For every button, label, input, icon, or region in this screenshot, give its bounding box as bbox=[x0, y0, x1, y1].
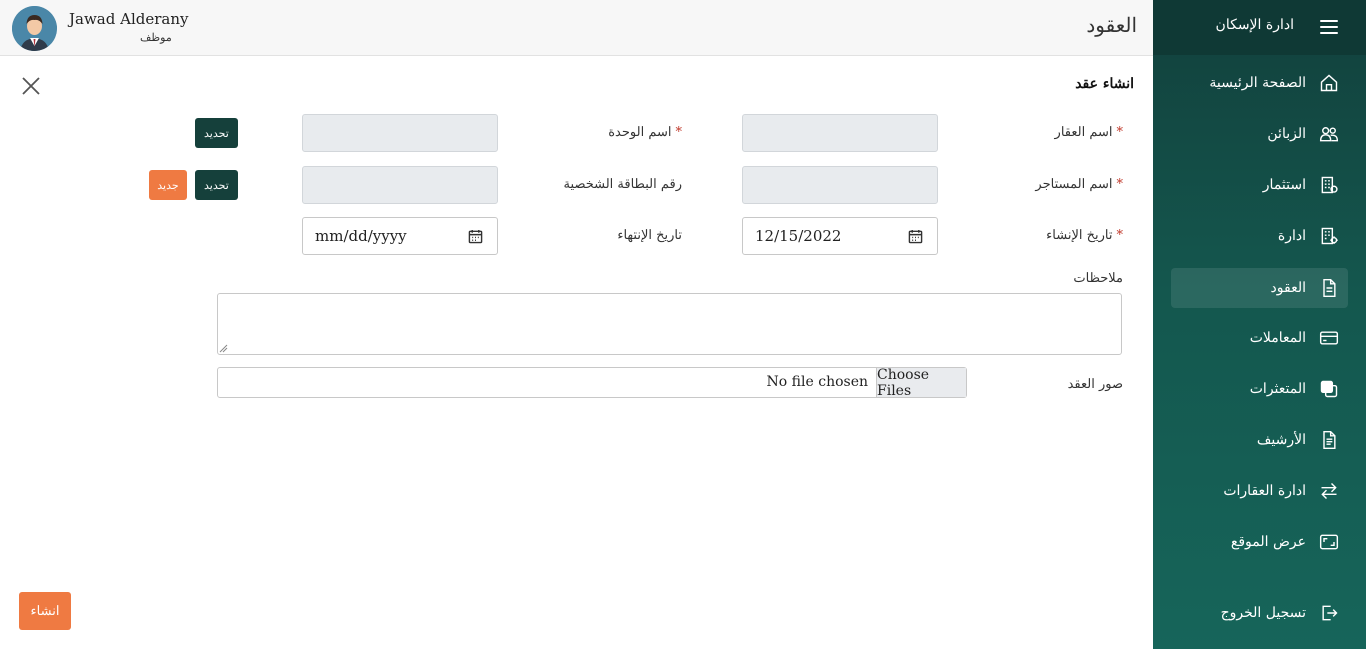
close-icon[interactable] bbox=[20, 75, 42, 97]
select-unit-button[interactable]: تحديد bbox=[195, 118, 238, 148]
page-title: العقود bbox=[1086, 13, 1137, 37]
user-role: موظف bbox=[140, 31, 172, 44]
start-date-label: تاريخ الإنشاء * bbox=[1046, 228, 1123, 243]
sidebar-item-defaulters[interactable]: المتعثرات bbox=[1171, 369, 1348, 409]
unit-name-field[interactable] bbox=[302, 114, 498, 152]
tenant-name-label: اسم المستاجر * bbox=[1035, 177, 1123, 192]
sidebar-item-transactions[interactable]: المعاملات bbox=[1171, 318, 1348, 358]
sidebar-item-property-management[interactable]: ادارة العقارات bbox=[1171, 471, 1348, 511]
resize-handle-icon[interactable] bbox=[219, 344, 228, 353]
sidebar-item-view-site[interactable]: عرض الموقع bbox=[1171, 522, 1348, 562]
sidebar-item-label: المعاملات bbox=[1249, 330, 1306, 346]
required-mark: * bbox=[675, 125, 683, 140]
form-title: انشاء عقد bbox=[1075, 76, 1134, 92]
end-date-label: تاريخ الإنتهاء bbox=[617, 228, 682, 243]
required-mark: * bbox=[1116, 125, 1124, 140]
sidebar-item-label: تسجيل الخروج bbox=[1220, 605, 1306, 621]
sidebar-item-management[interactable]: ادارة bbox=[1171, 216, 1348, 256]
menu-toggle-icon[interactable] bbox=[1320, 20, 1338, 34]
file-text-icon bbox=[1318, 429, 1340, 451]
credit-card-icon bbox=[1318, 327, 1340, 349]
required-mark: * bbox=[1116, 177, 1124, 192]
id-number-field[interactable] bbox=[302, 166, 498, 204]
property-name-label: اسم العقار * bbox=[1054, 125, 1124, 140]
logout-icon bbox=[1318, 602, 1340, 624]
notes-textarea[interactable] bbox=[217, 293, 1122, 355]
sidebar-item-label: المتعثرات bbox=[1249, 381, 1306, 397]
sidebar-item-archive[interactable]: الأرشيف bbox=[1171, 420, 1348, 460]
sidebar-item-home[interactable]: الصفحة الرئيسية bbox=[1171, 63, 1348, 103]
sidebar-item-contracts[interactable]: العقود bbox=[1171, 268, 1348, 308]
sidebar-item-label: الصفحة الرئيسية bbox=[1209, 75, 1306, 91]
notes-label: ملاحظات bbox=[1073, 271, 1123, 286]
users-icon bbox=[1318, 123, 1340, 145]
required-mark: * bbox=[1116, 228, 1124, 243]
user-name: Jawad Alderany bbox=[69, 10, 189, 28]
sidebar-item-label: الزبائن bbox=[1267, 126, 1306, 142]
sidebar-item-label: الأرشيف bbox=[1256, 432, 1306, 448]
unit-name-label: اسم الوحدة * bbox=[608, 125, 682, 140]
property-name-field[interactable] bbox=[742, 114, 938, 152]
choose-files-button[interactable]: Choose Files bbox=[876, 367, 966, 399]
calendar-icon[interactable] bbox=[908, 229, 923, 244]
sidebar-item-label: عرض الموقع bbox=[1230, 534, 1306, 550]
sidebar-item-logout[interactable]: تسجيل الخروج bbox=[1171, 593, 1348, 633]
id-number-label: رقم البطاقة الشخصية bbox=[563, 177, 682, 192]
building-gear-icon bbox=[1318, 225, 1340, 247]
arrows-exchange-icon bbox=[1318, 480, 1340, 502]
document-icon bbox=[1318, 277, 1340, 299]
create-contract-button[interactable]: انشاء bbox=[19, 592, 71, 630]
end-date-input[interactable]: mm/dd/yyyy bbox=[302, 217, 498, 255]
file-status: No file chosen bbox=[766, 374, 868, 390]
brand-title: ادارة الإسكان bbox=[1215, 17, 1294, 33]
building-icon bbox=[1318, 174, 1340, 196]
calendar-icon[interactable] bbox=[468, 229, 483, 244]
select-tenant-button[interactable]: تحديد bbox=[195, 170, 238, 200]
end-date-placeholder: mm/dd/yyyy bbox=[315, 227, 407, 245]
copy-icon bbox=[1318, 378, 1340, 400]
sidebar-header: ادارة الإسكان bbox=[1153, 0, 1366, 55]
start-date-input[interactable]: 12/15/2022 bbox=[742, 217, 938, 255]
sidebar-item-label: ادارة bbox=[1277, 228, 1306, 244]
contract-images-label: صور العقد bbox=[1067, 377, 1123, 392]
avatar[interactable] bbox=[12, 6, 57, 51]
sidebar: ادارة الإسكان الصفحة الرئيسية الزبائن اس… bbox=[1153, 0, 1366, 649]
sidebar-item-customers[interactable]: الزبائن bbox=[1171, 114, 1348, 154]
contract-images-file-input[interactable]: Choose Files No file chosen bbox=[217, 367, 967, 399]
sidebar-item-investment[interactable]: استثمار bbox=[1171, 165, 1348, 205]
tenant-name-field[interactable] bbox=[742, 166, 938, 204]
sidebar-item-label: استثمار bbox=[1262, 177, 1306, 193]
start-date-value: 12/15/2022 bbox=[755, 227, 842, 245]
top-bar: Jawad Alderany موظف العقود bbox=[0, 0, 1153, 56]
sidebar-item-label: العقود bbox=[1270, 280, 1306, 296]
new-tenant-button[interactable]: جديد bbox=[149, 170, 187, 200]
sidebar-item-label: ادارة العقارات bbox=[1223, 483, 1306, 499]
home-icon bbox=[1318, 72, 1340, 94]
screen-icon bbox=[1318, 531, 1340, 553]
